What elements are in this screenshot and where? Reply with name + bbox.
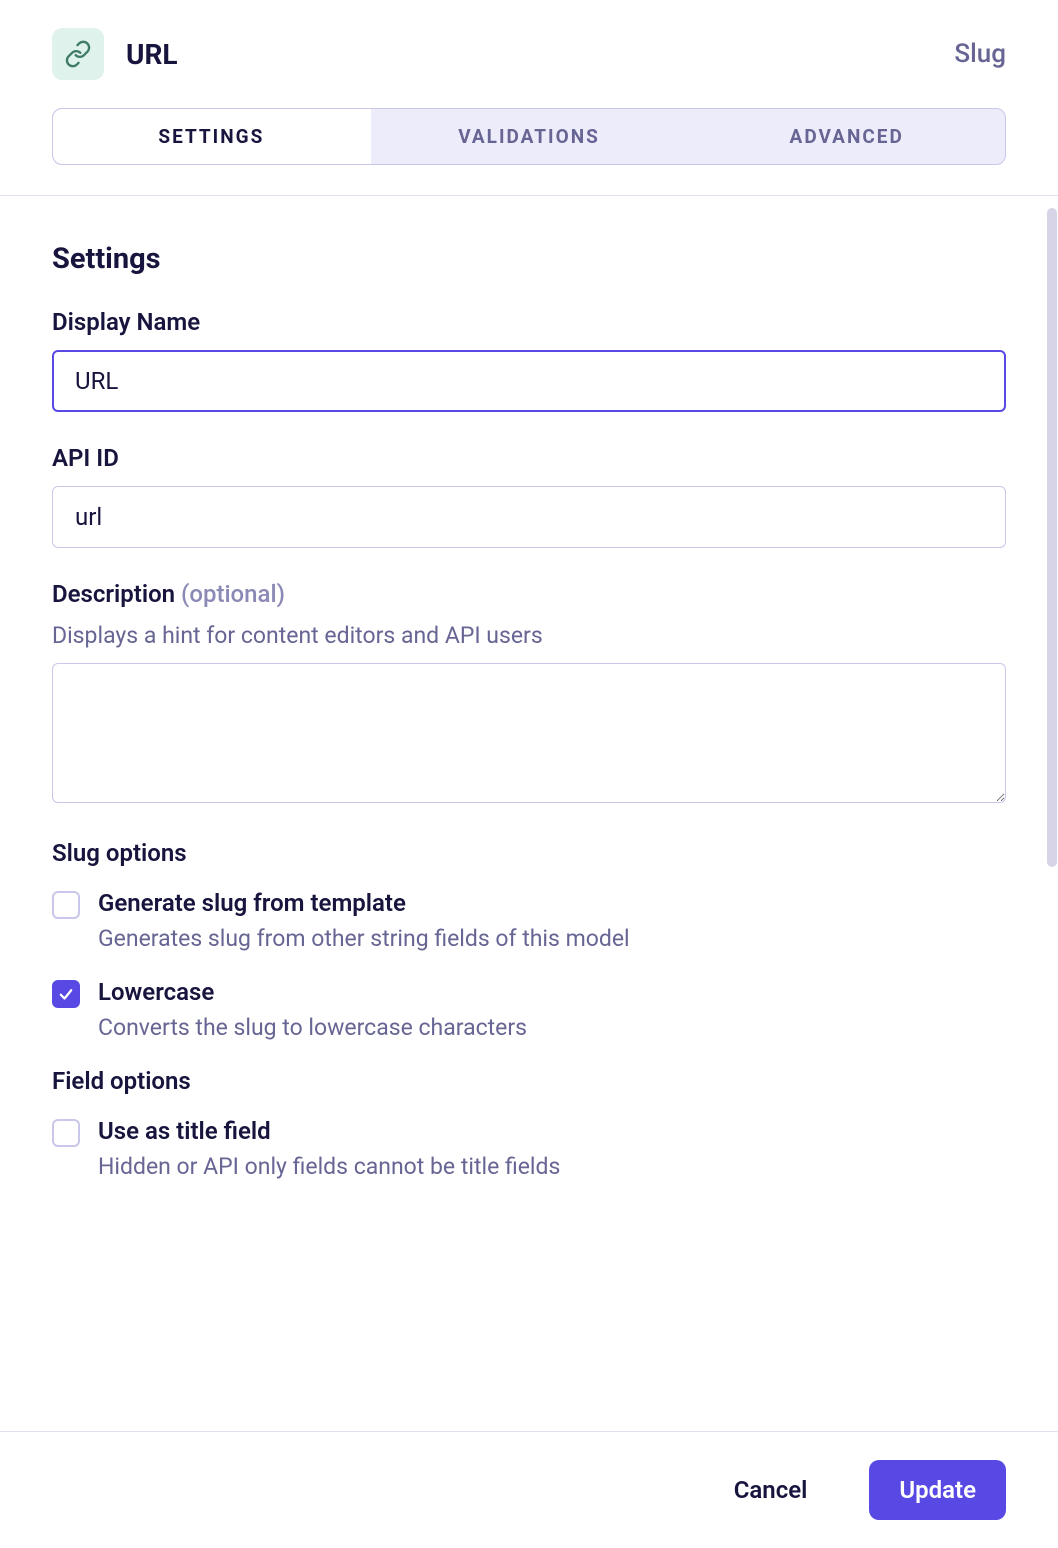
field-type-label: Slug [954,39,1006,69]
option-body: Lowercase Converts the slug to lowercase… [98,978,527,1041]
input-api-id[interactable] [52,486,1006,548]
link-icon [52,28,104,80]
hint-lowercase: Converts the slug to lowercase character… [98,1014,527,1041]
subtitle-slug-options: Slug options [52,839,1006,867]
checkbox-lowercase[interactable] [52,980,80,1008]
scroll-area: Settings Display Name API ID Description… [0,208,1058,1406]
label-display-name: Display Name [52,308,1006,336]
divider [0,195,1058,196]
option-body: Use as title field Hidden or API only fi… [98,1117,560,1180]
hint-generate-from-template: Generates slug from other string fields … [98,925,630,952]
checkbox-generate-from-template[interactable] [52,891,80,919]
update-button[interactable]: Update [869,1460,1006,1520]
hint-description: Displays a hint for content editors and … [52,622,1006,649]
label-lowercase: Lowercase [98,978,527,1006]
tab-bar: Settings Validations Advanced [52,108,1006,165]
group-description: Description (optional) Displays a hint f… [52,580,1006,807]
textarea-description[interactable] [52,663,1006,803]
dialog-header: URL Slug [0,0,1058,80]
option-generate-from-template: Generate slug from template Generates sl… [52,889,1006,952]
label-use-as-title: Use as title field [98,1117,560,1145]
field-title: URL [126,38,178,71]
subtitle-field-options: Field options [52,1067,1006,1095]
header-left: URL [52,28,178,80]
option-use-as-title: Use as title field Hidden or API only fi… [52,1117,1006,1180]
label-generate-from-template: Generate slug from template [98,889,630,917]
group-api-id: API ID [52,444,1006,548]
cancel-button[interactable]: Cancel [704,1460,838,1520]
tab-settings[interactable]: Settings [53,109,371,164]
tab-validations[interactable]: Validations [371,109,689,164]
group-display-name: Display Name [52,308,1006,412]
input-display-name[interactable] [52,350,1006,412]
label-description: Description (optional) [52,580,1006,608]
hint-use-as-title: Hidden or API only fields cannot be titl… [98,1153,560,1180]
checkbox-use-as-title[interactable] [52,1119,80,1147]
label-api-id: API ID [52,444,1006,472]
option-lowercase: Lowercase Converts the slug to lowercase… [52,978,1006,1041]
dialog-footer: Cancel Update [0,1431,1058,1548]
section-title-settings: Settings [52,242,1006,276]
option-body: Generate slug from template Generates sl… [98,889,630,952]
settings-panel: Settings Display Name API ID Description… [0,208,1058,1246]
label-description-text: Description [52,580,175,608]
scrollbar-thumb[interactable] [1047,208,1057,867]
label-description-optional: (optional) [181,580,285,608]
tab-advanced[interactable]: Advanced [688,109,1005,164]
